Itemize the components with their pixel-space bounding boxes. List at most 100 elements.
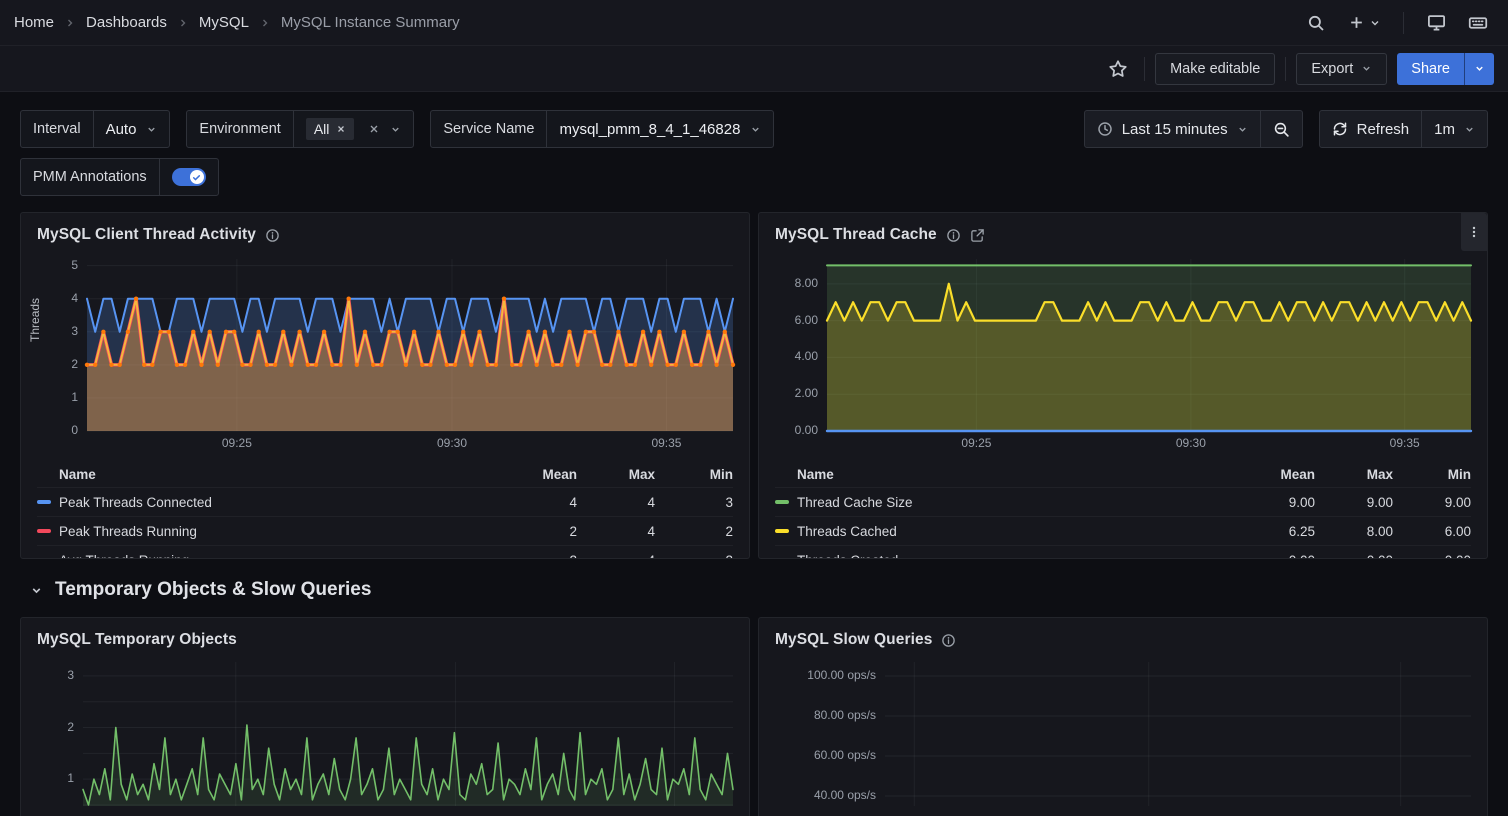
star-icon[interactable] bbox=[1102, 53, 1134, 85]
panel-menu-button[interactable] bbox=[1461, 213, 1487, 251]
legend-header-col[interactable]: Max bbox=[1315, 467, 1393, 482]
legend-row[interactable]: Peak Threads Connected443 bbox=[37, 487, 733, 516]
time-range-picker[interactable]: Last 15 minutes bbox=[1085, 111, 1260, 147]
panel-header[interactable]: MySQL Slow Queries bbox=[759, 618, 1487, 656]
slow-queries-chart[interactable]: 100.00 ops/s80.00 ops/s60.00 ops/s40.00 … bbox=[775, 662, 1471, 806]
y-axis-tick: 40.00 ops/s bbox=[758, 788, 876, 802]
refresh-interval-value: 1m bbox=[1434, 121, 1455, 138]
section-title[interactable]: Temporary Objects & Slow Queries bbox=[55, 579, 371, 601]
chevron-down-icon bbox=[1464, 124, 1475, 135]
y-axis-tick: 5 bbox=[20, 258, 78, 272]
panel-title[interactable]: MySQL Temporary Objects bbox=[37, 631, 237, 649]
legend-max: 4 bbox=[577, 524, 655, 539]
legend-header-col[interactable]: Min bbox=[655, 467, 733, 482]
divider bbox=[1403, 12, 1404, 34]
search-icon[interactable] bbox=[1300, 7, 1332, 39]
legend-header-col[interactable]: Mean bbox=[499, 467, 577, 482]
new-menu-button[interactable] bbox=[1342, 7, 1387, 39]
export-button[interactable]: Export bbox=[1296, 53, 1387, 85]
time-picker-group: Last 15 minutes bbox=[1084, 110, 1303, 148]
breadcrumb-mysql[interactable]: MySQL bbox=[199, 14, 249, 31]
legend-mean: 6.25 bbox=[1237, 524, 1315, 539]
legend-max: 8.00 bbox=[1315, 524, 1393, 539]
refresh-interval-select[interactable]: 1m bbox=[1421, 111, 1487, 147]
info-icon[interactable] bbox=[941, 633, 956, 648]
legend-max: 4 bbox=[577, 495, 655, 510]
clear-icon[interactable] bbox=[368, 123, 380, 135]
y-axis-label: Threads bbox=[28, 298, 42, 342]
close-icon[interactable] bbox=[336, 124, 346, 134]
legend-row[interactable]: Threads Created0.000.000.00 bbox=[775, 545, 1471, 559]
legend-header-col[interactable]: Max bbox=[577, 467, 655, 482]
toggle-knob bbox=[190, 170, 204, 184]
zoom-out-button[interactable] bbox=[1260, 111, 1302, 147]
legend-max: 4 bbox=[577, 553, 655, 560]
y-axis-tick: 0 bbox=[20, 423, 78, 437]
chevron-down-icon[interactable] bbox=[30, 584, 43, 597]
section-temporary-objects[interactable]: Temporary Objects & Slow Queries bbox=[30, 579, 1488, 601]
legend-series-name[interactable]: Peak Threads Connected bbox=[59, 495, 499, 510]
service-name-select[interactable]: mysql_pmm_8_4_1_46828 bbox=[547, 111, 773, 147]
y-axis-tick: 100.00 ops/s bbox=[758, 668, 876, 682]
make-editable-button[interactable]: Make editable bbox=[1155, 53, 1275, 85]
monitor-icon[interactable] bbox=[1420, 7, 1452, 39]
thread-activity-chart[interactable]: 54321009:2509:3009:35Threads bbox=[37, 259, 733, 455]
legend-row[interactable]: Peak Threads Running242 bbox=[37, 516, 733, 545]
legend-min: 2 bbox=[655, 553, 733, 560]
share-button[interactable]: Share bbox=[1397, 53, 1464, 85]
panel-header[interactable]: MySQL Thread Cache bbox=[759, 213, 1487, 251]
y-axis-tick: 0.00 bbox=[758, 423, 818, 437]
info-icon[interactable] bbox=[946, 228, 961, 243]
external-link-icon[interactable] bbox=[970, 228, 985, 243]
y-axis-tick: 8.00 bbox=[758, 276, 818, 290]
legend-header-name[interactable]: Name bbox=[775, 467, 1237, 482]
legend-row[interactable]: Avg Threads Running242 bbox=[37, 545, 733, 559]
interval-variable: Interval Auto bbox=[20, 110, 170, 148]
legend-series-name[interactable]: Peak Threads Running bbox=[59, 524, 499, 539]
x-axis-tick: 09:35 bbox=[636, 436, 696, 450]
interval-select[interactable]: Auto bbox=[94, 111, 170, 147]
legend-min: 3 bbox=[655, 495, 733, 510]
make-editable-label: Make editable bbox=[1170, 61, 1260, 77]
legend-series-name[interactable]: Threads Cached bbox=[797, 524, 1237, 539]
zoom-out-icon bbox=[1273, 121, 1290, 138]
legend-mean: 9.00 bbox=[1237, 495, 1315, 510]
info-icon[interactable] bbox=[265, 228, 280, 243]
breadcrumb-home[interactable]: Home bbox=[14, 14, 54, 31]
environment-label: Environment bbox=[187, 111, 293, 147]
environment-chip[interactable]: All bbox=[306, 118, 355, 140]
legend-header: NameMeanMaxMin bbox=[775, 461, 1471, 487]
legend-series-name[interactable]: Threads Created bbox=[797, 553, 1237, 560]
legend-min: 0.00 bbox=[1393, 553, 1471, 560]
x-axis-tick: 09:25 bbox=[207, 436, 267, 450]
panel-header[interactable]: MySQL Temporary Objects bbox=[21, 618, 749, 656]
panel-row-1: MySQL Client Thread Activity 54321009:25… bbox=[20, 212, 1488, 559]
thread-cache-chart[interactable]: 8.006.004.002.000.0009:2509:3009:35 bbox=[775, 259, 1471, 455]
panel-header[interactable]: MySQL Client Thread Activity bbox=[21, 213, 749, 251]
breadcrumb-dashboards[interactable]: Dashboards bbox=[86, 14, 167, 31]
legend-row[interactable]: Thread Cache Size9.009.009.00 bbox=[775, 487, 1471, 516]
kebab-icon bbox=[1467, 224, 1481, 240]
legend-header-col[interactable]: Mean bbox=[1237, 467, 1315, 482]
legend-series-name[interactable]: Thread Cache Size bbox=[797, 495, 1237, 510]
legend-series-name[interactable]: Avg Threads Running bbox=[59, 553, 499, 560]
temporary-objects-chart[interactable]: 321 bbox=[37, 662, 733, 806]
legend-header-name[interactable]: Name bbox=[37, 467, 499, 482]
pmm-annotations-toggle[interactable] bbox=[172, 168, 206, 186]
legend-row[interactable]: Threads Cached6.258.006.00 bbox=[775, 516, 1471, 545]
divider bbox=[1285, 57, 1286, 81]
panel-title[interactable]: MySQL Thread Cache bbox=[775, 226, 937, 244]
keyboard-icon[interactable] bbox=[1462, 7, 1494, 39]
y-axis-tick: 1 bbox=[20, 390, 78, 404]
panel-title[interactable]: MySQL Slow Queries bbox=[775, 631, 932, 649]
refresh-button[interactable]: Refresh bbox=[1320, 111, 1422, 147]
refresh-icon bbox=[1332, 121, 1348, 137]
interval-label: Interval bbox=[21, 111, 94, 147]
x-axis-tick: 09:35 bbox=[1375, 436, 1435, 450]
environment-select[interactable]: All bbox=[294, 111, 414, 147]
share-menu-button[interactable] bbox=[1464, 53, 1494, 85]
chevron-down-icon bbox=[750, 124, 761, 135]
service-name-variable: Service Name mysql_pmm_8_4_1_46828 bbox=[430, 110, 774, 148]
legend-header-col[interactable]: Min bbox=[1393, 467, 1471, 482]
panel-title[interactable]: MySQL Client Thread Activity bbox=[37, 226, 256, 244]
